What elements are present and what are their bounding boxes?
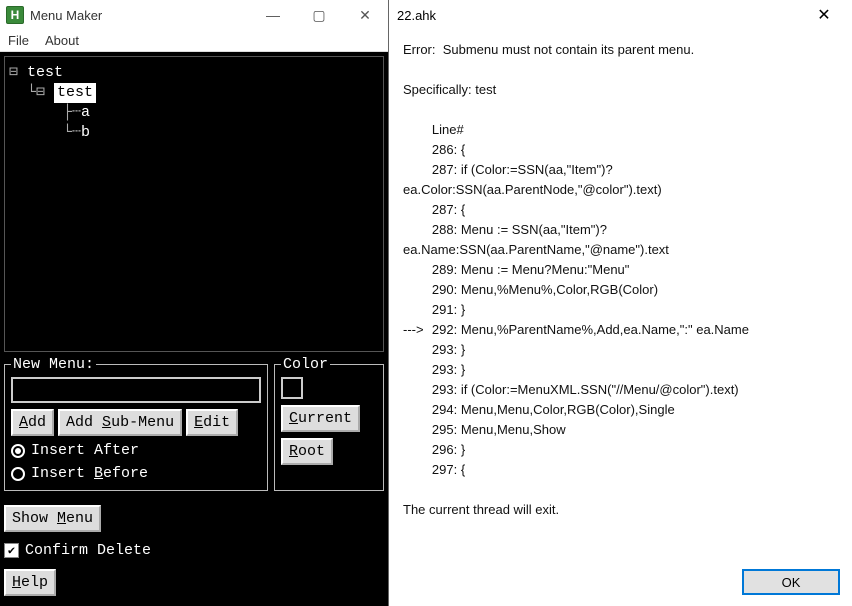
menu-file[interactable]: File <box>8 33 29 48</box>
client-area: ⊟ test └⊟ test ├┄a └┄b New Menu: Add Add… <box>0 52 388 606</box>
color-legend: Color <box>281 356 330 373</box>
add-button[interactable]: Add <box>11 409 54 436</box>
color-swatch[interactable] <box>281 377 303 399</box>
tree-item[interactable]: ├┄a <box>9 103 379 123</box>
menu-maker-window: H Menu Maker — ▢ ✕ File About ⊟ test └⊟ … <box>0 0 389 606</box>
radio-icon <box>11 444 25 458</box>
maximize-button[interactable]: ▢ <box>296 0 342 30</box>
tree-item[interactable]: └┄b <box>9 123 379 143</box>
color-group: Color Current Root <box>274 356 384 491</box>
ok-button[interactable]: OK <box>742 569 840 595</box>
menu-about[interactable]: About <box>45 33 79 48</box>
close-button[interactable]: ✕ <box>342 0 388 30</box>
color-root-button[interactable]: Root <box>281 438 333 465</box>
show-menu-button[interactable]: Show Menu <box>4 505 101 532</box>
insert-before-radio[interactable]: Insert Before <box>11 465 261 482</box>
edit-button[interactable]: Edit <box>186 409 238 436</box>
tree-root[interactable]: ⊟ test <box>9 63 379 83</box>
dialog-titlebar: 22.ahk ✕ <box>389 0 852 30</box>
dialog-footer: OK <box>389 566 852 606</box>
dialog-body: Error: Submenu must not contain its pare… <box>389 30 852 566</box>
app-icon: H <box>6 6 24 24</box>
confirm-delete-checkbox[interactable]: ✔ Confirm Delete <box>4 542 151 559</box>
window-title: Menu Maker <box>30 8 102 23</box>
radio-icon <box>11 467 25 481</box>
help-button[interactable]: Help <box>4 569 56 596</box>
menubar: File About <box>0 30 388 52</box>
add-submenu-button[interactable]: Add Sub-Menu <box>58 409 182 436</box>
dialog-title: 22.ahk <box>397 8 436 23</box>
tree-item-selected[interactable]: └⊟ test <box>9 83 379 103</box>
titlebar: H Menu Maker — ▢ ✕ <box>0 0 388 30</box>
new-menu-legend: New Menu: <box>11 356 96 373</box>
minimize-button[interactable]: — <box>250 0 296 30</box>
tree-view[interactable]: ⊟ test └⊟ test ├┄a └┄b <box>4 56 384 352</box>
dialog-close-button[interactable]: ✕ <box>804 5 844 25</box>
new-menu-group: New Menu: Add Add Sub-Menu Edit Insert A… <box>4 356 268 491</box>
menu-name-input[interactable] <box>11 377 261 403</box>
insert-after-radio[interactable]: Insert After <box>11 442 261 459</box>
error-dialog: 22.ahk ✕ Error: Submenu must not contain… <box>389 0 852 606</box>
checkbox-icon: ✔ <box>4 543 19 558</box>
color-current-button[interactable]: Current <box>281 405 360 432</box>
